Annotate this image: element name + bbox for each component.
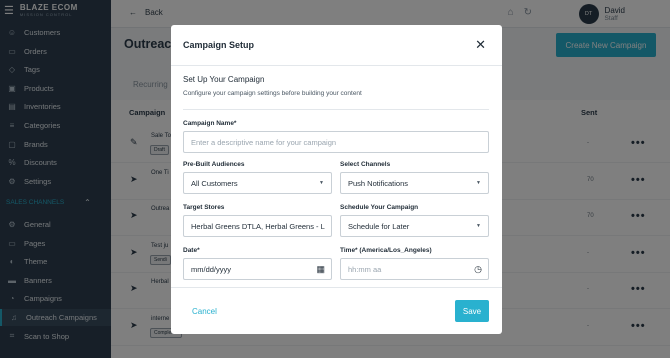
date-label: Date* bbox=[183, 247, 200, 254]
schedule-value: Schedule for Later bbox=[348, 221, 410, 231]
stores-value: Herbal Greens DTLA, Herbal Greens - L bbox=[191, 221, 325, 231]
audiences-label: Pre-Built Audiences bbox=[183, 161, 245, 168]
calendar-icon[interactable]: ▦ bbox=[316, 264, 325, 275]
audiences-select[interactable]: All Customers ▼ bbox=[183, 172, 332, 194]
section-title: Set Up Your Campaign bbox=[183, 75, 265, 84]
date-input[interactable]: mm/dd/yyyy ▦ bbox=[183, 258, 332, 280]
stores-label: Target Stores bbox=[183, 204, 225, 211]
campaign-name-label: Campaign Name* bbox=[183, 120, 237, 127]
caret-down-icon: ▼ bbox=[476, 223, 481, 229]
schedule-label: Schedule Your Campaign bbox=[340, 204, 419, 211]
schedule-select[interactable]: Schedule for Later ▼ bbox=[340, 215, 489, 237]
time-placeholder: hh:mm aa bbox=[348, 264, 382, 274]
time-input[interactable]: hh:mm aa ◷ bbox=[340, 258, 489, 280]
divider bbox=[183, 109, 489, 110]
modal-title: Campaign Setup bbox=[183, 40, 255, 50]
campaign-name-input[interactable]: Enter a descriptive name for your campai… bbox=[183, 131, 489, 153]
cancel-button[interactable]: Cancel bbox=[192, 307, 217, 316]
channels-value: Push Notifications bbox=[348, 178, 409, 188]
caret-down-icon: ▼ bbox=[476, 180, 481, 186]
section-subtitle: Configure your campaign settings before … bbox=[183, 90, 362, 97]
close-icon[interactable]: ✕ bbox=[475, 37, 486, 53]
stores-select[interactable]: Herbal Greens DTLA, Herbal Greens - L bbox=[183, 215, 332, 237]
channels-select[interactable]: Push Notifications ▼ bbox=[340, 172, 489, 194]
clock-icon[interactable]: ◷ bbox=[474, 264, 482, 275]
channels-label: Select Channels bbox=[340, 161, 391, 168]
date-placeholder: mm/dd/yyyy bbox=[191, 264, 232, 274]
time-label: Time* (America/Los_Angeles) bbox=[340, 247, 432, 254]
caret-down-icon: ▼ bbox=[319, 180, 324, 186]
modal-header: Campaign Setup ✕ bbox=[171, 25, 502, 66]
save-button[interactable]: Save bbox=[455, 300, 489, 322]
modal-footer: Cancel Save bbox=[171, 287, 502, 334]
campaign-setup-modal: Campaign Setup ✕ Set Up Your Campaign Co… bbox=[171, 25, 502, 334]
audiences-value: All Customers bbox=[191, 178, 238, 188]
